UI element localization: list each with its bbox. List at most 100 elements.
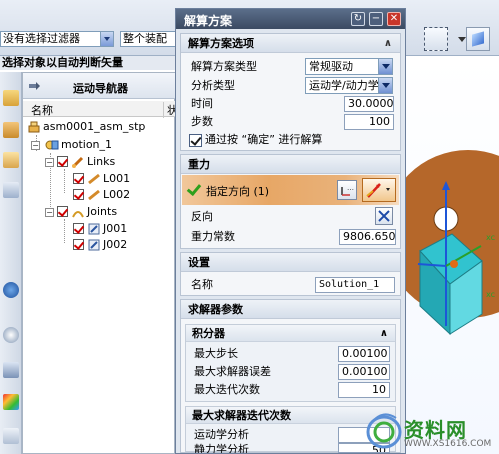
tree-item-label: J001 [103,222,128,235]
tree-item-label: L001 [103,172,131,185]
section-title: 求解器参数 [188,303,243,316]
chevron-down-icon[interactable] [450,27,466,51]
selection-filter-dropdown[interactable]: 没有选择过滤器 [0,31,114,47]
selection-filter-value: 没有选择过滤器 [3,32,80,45]
clock-icon[interactable] [3,327,19,343]
joint-icon [88,239,100,251]
assembly-icon[interactable] [3,90,19,106]
model-view[interactable] [406,56,499,454]
tree-item-label: asm0001_asm_stp [43,120,146,133]
max-step-input[interactable]: 0.00100 [338,346,390,362]
watermark-url: WWW.XS1616.COM [404,439,492,449]
globe-icon[interactable] [3,282,19,298]
chevron-up-icon[interactable]: ∧ [380,325,388,342]
joint-marker[interactable] [450,260,458,268]
steps-label: 步数 [191,115,213,128]
solution-type-value: 常规驱动 [309,60,353,73]
section-solution-options: 解算方案选项 ∧ 解算方案类型 常规驱动 分析类型 运动学/动力学 时间 30.… [180,33,401,151]
specify-direction-label: 指定方向 (1) [206,185,270,198]
constraint-icon[interactable] [3,122,19,138]
solution-dialog: 解算方案 ↻ − ✕ 解算方案选项 ∧ 解算方案类型 常规驱动 分析类型 运动学… [175,8,406,454]
chevron-down-icon[interactable] [100,32,113,46]
chevron-down-icon[interactable] [378,59,392,74]
tree-item-label: Links [87,155,116,168]
link-icon [88,173,100,185]
section-gravity: 重力 指定方向 (1) … 反向 重力常数 9806.650 [180,154,401,249]
watermark: 资料网 WWW.XS1616.COM [352,408,499,454]
palette-icon[interactable] [3,394,19,410]
view-cube-icon[interactable] [466,27,490,51]
steps-input[interactable]: 100 [344,114,394,130]
max-error-label: 最大求解器误差 [194,365,271,378]
axis-label-x: xc [486,233,495,242]
motion-navigator: 运动导航器 名称 状 asm0001_asm_stp − motion_1 − … [22,72,178,454]
axis-label-y: xc [486,290,495,299]
analysis-type-label: 分析类型 [191,79,235,92]
section-header[interactable]: 重力 [181,155,400,174]
section-header[interactable]: 解算方案选项 ∧ [181,34,400,53]
solution-name-input[interactable]: Solution_1 [315,277,395,293]
section-header[interactable]: 求解器参数 [181,300,400,319]
part-icon[interactable] [3,152,19,168]
tree-item-label: motion_1 [61,138,113,151]
visibility-checkbox[interactable] [73,223,84,234]
reset-icon[interactable]: ↻ [351,12,365,26]
chevron-up-icon[interactable]: ∧ [384,34,392,53]
solution-type-label: 解算方案类型 [191,60,257,73]
kinematic-analysis-label: 运动学分析 [194,428,249,441]
time-label: 时间 [191,97,213,110]
joint-icon [88,223,100,235]
pin-icon[interactable] [29,81,41,91]
link-icon [88,189,100,201]
collapse-icon[interactable]: − [45,208,54,217]
assembly-scope-dropdown[interactable]: 整个装配 [120,31,180,47]
reverse-direction-button[interactable] [375,207,393,225]
solution-type-dropdown[interactable]: 常规驱动 [305,58,393,75]
roles-icon[interactable] [3,428,19,444]
section-title: 重力 [188,158,210,171]
layer-icon[interactable] [3,182,19,198]
specify-direction-row[interactable]: 指定方向 (1) … [182,175,399,205]
inferred-vector-dropdown[interactable] [362,178,396,202]
navigator-title-bar: 运动导航器 [23,73,176,99]
solve-on-ok-checkbox[interactable] [189,134,202,147]
reverse-direction-label: 反向 [191,210,213,223]
tree-guide [64,169,65,193]
select-box-icon[interactable] [424,27,448,51]
minimize-icon[interactable]: − [369,12,383,26]
chevron-down-icon[interactable] [378,78,392,93]
close-icon[interactable]: ✕ [387,12,401,26]
max-iterations-input[interactable]: 10 [338,382,390,398]
column-name[interactable]: 名称 [31,102,53,118]
visibility-checkbox[interactable] [73,189,84,200]
analysis-type-value: 运动学/动力学 [309,79,379,92]
visibility-checkbox[interactable] [57,206,68,217]
graphics-window[interactable]: xc xc [406,56,499,454]
time-input[interactable]: 30.00000 [344,96,394,112]
watermark-logo-icon [366,413,402,449]
list-icon[interactable] [3,362,19,378]
resource-bar [0,72,22,454]
max-error-input[interactable]: 0.00100 [338,364,390,380]
visibility-checkbox[interactable] [73,173,84,184]
caret-icon[interactable] [410,27,422,51]
section-title: 设置 [188,256,210,269]
collapse-icon[interactable]: − [45,158,54,167]
dialog-title-bar: 解算方案 ↻ − ✕ [176,9,405,29]
joints-icon [72,211,84,218]
section-header[interactable]: 设置 [181,253,400,272]
collapse-icon[interactable]: − [31,141,40,150]
analysis-type-dropdown[interactable]: 运动学/动力学 [305,77,393,94]
reverse-icon [378,210,390,222]
subsection-header[interactable]: 积分器 ∧ [186,325,395,342]
visibility-checkbox[interactable] [57,156,68,167]
visibility-checkbox[interactable] [73,239,84,250]
tree-item-label: L002 [103,188,131,201]
navigator-title: 运动导航器 [73,82,128,95]
assembly-scope-value: 整个装配 [123,32,167,45]
vector-constructor-icon: … [341,184,354,196]
gravity-constant-input[interactable]: 9806.6500 [339,229,396,245]
vector-dialog-button[interactable]: … [337,180,357,200]
section-settings: 设置 名称 Solution_1 [180,252,401,296]
subsection-title: 积分器 [192,327,225,340]
